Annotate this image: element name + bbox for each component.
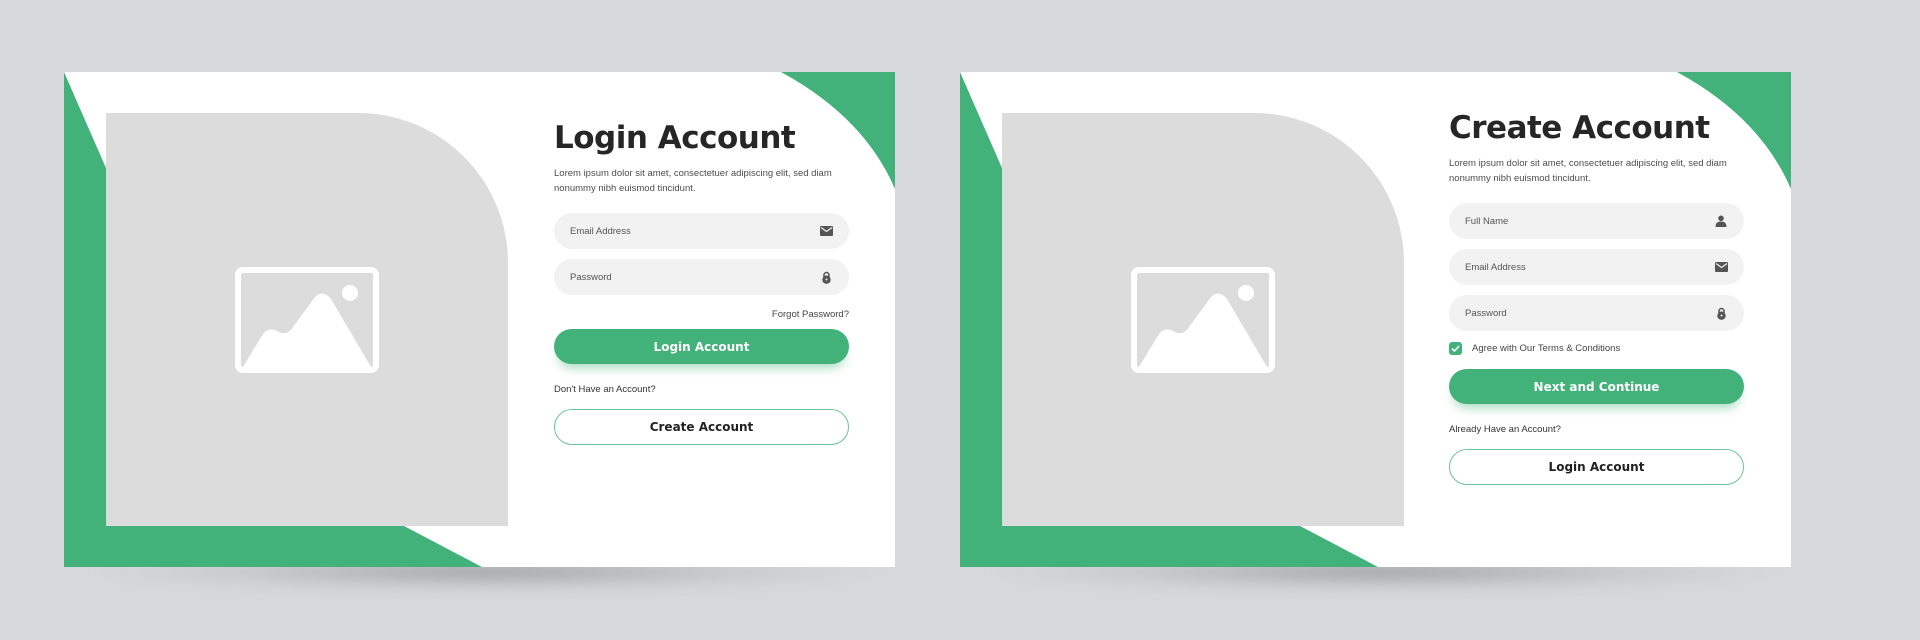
envelope-icon <box>1714 260 1728 274</box>
create-account-button[interactable]: Create Account <box>554 409 849 445</box>
password-field[interactable]: Password <box>1449 295 1744 331</box>
lock-icon <box>819 270 833 284</box>
checkmark-icon <box>1451 345 1460 352</box>
terms-checkbox[interactable] <box>1449 342 1462 355</box>
password-placeholder: Password <box>570 271 612 283</box>
email-placeholder: Email Address <box>1465 261 1526 273</box>
email-field[interactable]: Email Address <box>554 213 849 249</box>
user-icon <box>1714 214 1728 228</box>
description: Lorem ipsum dolor sit amet, consectetuer… <box>1449 158 1727 184</box>
full-name-field[interactable]: Full Name <box>1449 203 1744 239</box>
email-field[interactable]: Email Address <box>1449 249 1744 285</box>
login-button[interactable]: Login Account <box>554 329 849 364</box>
page-title: Create Account <box>1449 110 1710 146</box>
image-placeholder <box>106 113 508 526</box>
lock-icon <box>1714 306 1728 320</box>
password-placeholder: Password <box>1465 307 1507 319</box>
terms-label: Agree with Our Terms & Conditions <box>1472 343 1621 354</box>
login-card: Login Account Lorem ipsum dolor sit amet… <box>64 72 895 567</box>
image-icon <box>1131 267 1275 373</box>
login-account-button[interactable]: Login Account <box>1449 449 1744 485</box>
login-form: Login Account Lorem ipsum dolor sit amet… <box>554 120 849 445</box>
terms-row: Agree with Our Terms & Conditions <box>1449 342 1744 355</box>
have-account-prompt: Already Have an Account? <box>1449 424 1561 435</box>
envelope-icon <box>819 224 833 238</box>
signup-form: Create Account Lorem ipsum dolor sit ame… <box>1449 110 1744 485</box>
image-placeholder <box>1002 113 1404 526</box>
description: Lorem ipsum dolor sit amet, consectetuer… <box>554 168 832 194</box>
email-placeholder: Email Address <box>570 225 631 237</box>
next-continue-button[interactable]: Next and Continue <box>1449 369 1744 404</box>
password-field[interactable]: Password <box>554 259 849 295</box>
page-title: Login Account <box>554 120 796 156</box>
image-icon <box>235 267 379 373</box>
no-account-prompt: Don't Have an Account? <box>554 384 656 395</box>
full-name-placeholder: Full Name <box>1465 215 1509 227</box>
signup-card: Create Account Lorem ipsum dolor sit ame… <box>960 72 1791 567</box>
forgot-password-link[interactable]: Forgot Password? <box>554 309 849 320</box>
